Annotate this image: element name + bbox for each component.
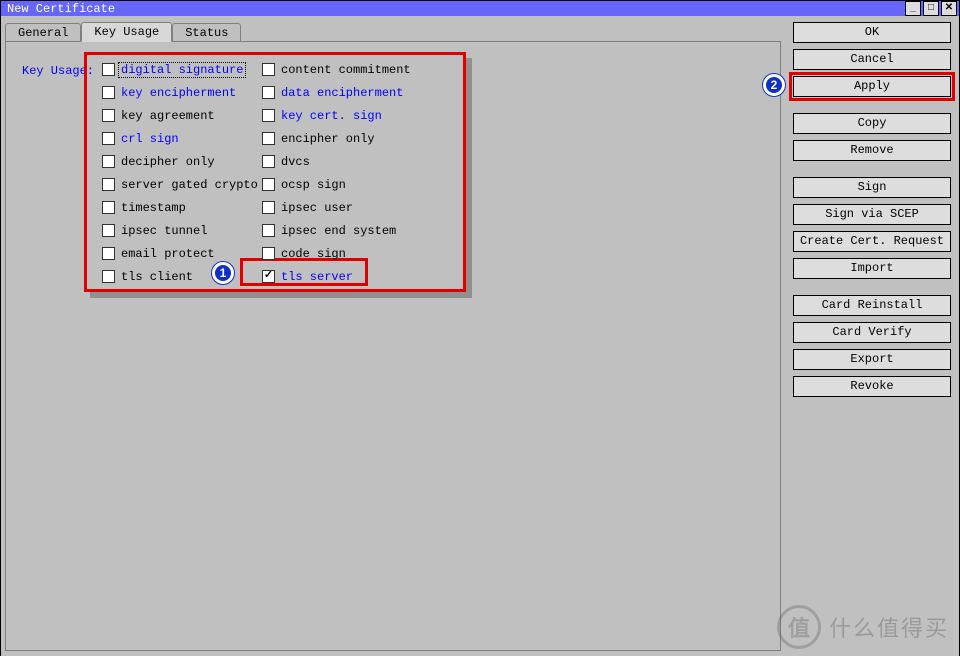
window-controls: _ □ ✕ — [905, 1, 957, 16]
revoke-button[interactable]: Revoke — [793, 376, 951, 397]
key-usage-label: Key Usage: — [22, 64, 94, 78]
label-key-encipherment: key encipherment — [121, 86, 236, 100]
copy-button[interactable]: Copy — [793, 113, 951, 134]
remove-button[interactable]: Remove — [793, 140, 951, 161]
checkbox-email-protect[interactable] — [102, 247, 115, 260]
spacer — [793, 103, 951, 107]
checkbox-key-encipherment[interactable] — [102, 86, 115, 99]
row-ipsec-tunnel: ipsec tunnel ipsec end system — [102, 219, 462, 242]
cancel-button[interactable]: Cancel — [793, 49, 951, 70]
button-column: OK Cancel Apply 2 Copy Remove Sign Sign … — [787, 16, 959, 656]
maximize-icon[interactable]: □ — [923, 1, 939, 16]
row-key-agreement: key agreement key cert. sign — [102, 104, 462, 127]
row-key-encipherment: key encipherment data encipherment — [102, 81, 462, 104]
tabs-row: General Key Usage Status — [5, 22, 781, 42]
checkbox-ocsp-sign[interactable] — [262, 178, 275, 191]
apply-button[interactable]: Apply — [793, 76, 951, 97]
row-tls-client: tls client tls server — [102, 265, 462, 288]
label-encipher-only: encipher only — [281, 132, 375, 146]
card-verify-button[interactable]: Card Verify — [793, 322, 951, 343]
checkbox-ipsec-user[interactable] — [262, 201, 275, 214]
label-email-protect: email protect — [121, 247, 215, 261]
row-digital-signature: digital signature content commitment — [102, 58, 462, 81]
label-data-encipherment: data encipherment — [281, 86, 403, 100]
label-ipsec-user: ipsec user — [281, 201, 353, 215]
checkbox-data-encipherment[interactable] — [262, 86, 275, 99]
checkbox-tls-server[interactable] — [262, 270, 275, 283]
row-email-protect: email protect code sign — [102, 242, 462, 265]
window-root: New Certificate _ □ ✕ General Key Usage … — [0, 0, 960, 656]
label-tls-server: tls server — [281, 270, 353, 284]
label-tls-client: tls client — [121, 270, 193, 284]
label-ocsp-sign: ocsp sign — [281, 178, 346, 192]
label-content-commitment: content commitment — [281, 63, 411, 77]
checkbox-dvcs[interactable] — [262, 155, 275, 168]
tab-content: Key Usage: 1 digital signature — [5, 41, 781, 651]
titlebar: New Certificate _ □ ✕ — [1, 1, 959, 16]
export-button[interactable]: Export — [793, 349, 951, 370]
checkbox-tls-client[interactable] — [102, 270, 115, 283]
checkbox-crl-sign[interactable] — [102, 132, 115, 145]
checkbox-server-gated-crypto[interactable] — [102, 178, 115, 191]
create-cert-request-button[interactable]: Create Cert. Request — [793, 231, 951, 252]
checkbox-content-commitment[interactable] — [262, 63, 275, 76]
window-title: New Certificate — [3, 2, 115, 16]
row-server-gated-crypto: server gated crypto ocsp sign — [102, 173, 462, 196]
card-reinstall-button[interactable]: Card Reinstall — [793, 295, 951, 316]
checkbox-key-agreement[interactable] — [102, 109, 115, 122]
label-key-cert-sign: key cert. sign — [281, 109, 382, 123]
checkbox-code-sign[interactable] — [262, 247, 275, 260]
label-timestamp: timestamp — [121, 201, 186, 215]
ok-button[interactable]: OK — [793, 22, 951, 43]
main-panel: General Key Usage Status Key Usage: 1 — [1, 16, 787, 656]
minimize-icon[interactable]: _ — [905, 1, 921, 16]
checkbox-digital-signature[interactable] — [102, 63, 115, 76]
sign-via-scep-button[interactable]: Sign via SCEP — [793, 204, 951, 225]
label-decipher-only: decipher only — [121, 155, 215, 169]
tab-key-usage[interactable]: Key Usage — [81, 22, 172, 42]
close-icon[interactable]: ✕ — [941, 1, 957, 16]
label-crl-sign: crl sign — [121, 132, 179, 146]
apply-button-wrap: Apply 2 — [793, 76, 951, 97]
label-code-sign: code sign — [281, 247, 346, 261]
row-timestamp: timestamp ipsec user — [102, 196, 462, 219]
body-area: General Key Usage Status Key Usage: 1 — [1, 16, 959, 656]
spacer — [793, 167, 951, 171]
callout-2: 2 — [763, 74, 785, 96]
checkbox-key-cert-sign[interactable] — [262, 109, 275, 122]
label-key-agreement: key agreement — [121, 109, 215, 123]
checkbox-decipher-only[interactable] — [102, 155, 115, 168]
checkbox-encipher-only[interactable] — [262, 132, 275, 145]
label-ipsec-end-system: ipsec end system — [281, 224, 396, 238]
label-dvcs: dvcs — [281, 155, 310, 169]
label-digital-signature: digital signature — [118, 62, 246, 78]
tab-status[interactable]: Status — [172, 23, 241, 42]
row-crl-sign: crl sign encipher only — [102, 127, 462, 150]
checkbox-ipsec-end-system[interactable] — [262, 224, 275, 237]
label-ipsec-tunnel: ipsec tunnel — [121, 224, 207, 238]
sign-button[interactable]: Sign — [793, 177, 951, 198]
label-server-gated-crypto: server gated crypto — [121, 178, 258, 192]
checkbox-timestamp[interactable] — [102, 201, 115, 214]
checkbox-ipsec-tunnel[interactable] — [102, 224, 115, 237]
spacer — [793, 285, 951, 289]
row-decipher-only: decipher only dvcs — [102, 150, 462, 173]
checkbox-grid: digital signature content commitment key… — [102, 58, 462, 288]
import-button[interactable]: Import — [793, 258, 951, 279]
tab-general[interactable]: General — [5, 23, 81, 42]
